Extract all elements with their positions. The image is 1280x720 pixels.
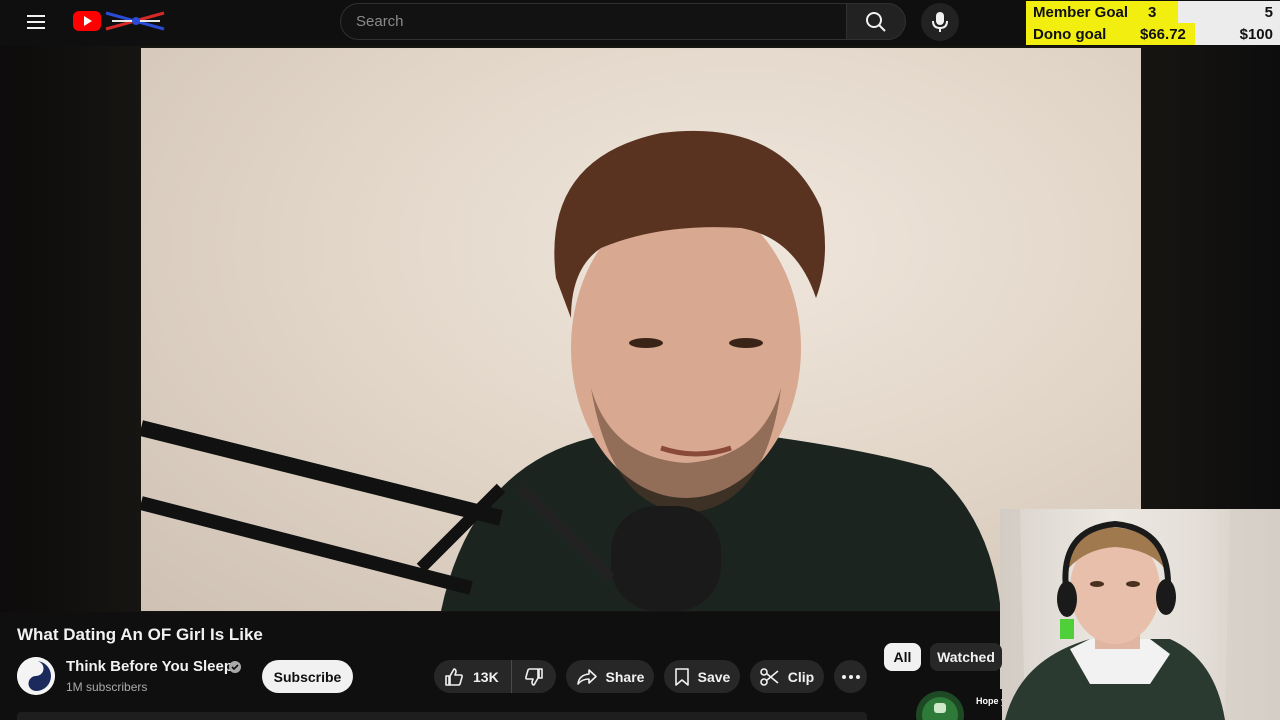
voice-search-button[interactable] [921, 3, 959, 41]
save-label: Save [697, 668, 731, 685]
dislike-button[interactable] [512, 660, 555, 693]
subscribe-button[interactable]: Subscribe [262, 660, 353, 693]
dono-goal-target: $100 [1239, 26, 1273, 43]
search-button[interactable] [846, 3, 906, 40]
recommended-thumbnail-text: Hope y [976, 696, 1002, 706]
search-box[interactable] [340, 3, 847, 40]
description-panel-edge [17, 712, 867, 720]
video-title: What Dating An OF Girl Is Like [17, 625, 263, 644]
verified-badge-icon [229, 661, 241, 673]
more-horizontal-icon [841, 674, 860, 679]
member-goal-bar: Member Goal 3 5 [1026, 1, 1280, 23]
clip-button[interactable]: Clip [750, 660, 824, 693]
thumbs-up-icon [445, 667, 463, 686]
like-dislike-group: 13K [434, 660, 556, 693]
subscriber-count: 1M subscribers [66, 680, 148, 694]
channel-avatar[interactable] [17, 657, 55, 695]
member-goal-target: 5 [1264, 4, 1273, 21]
scissors-icon [759, 667, 779, 686]
chip-watched[interactable]: Watched [930, 643, 1002, 671]
member-goal-label: Member Goal [1033, 4, 1129, 21]
like-count: 13K [473, 668, 499, 685]
dono-goal-bar: Dono goal $66.72 $100 [1026, 23, 1280, 45]
streamer-webcam [1000, 509, 1280, 720]
thumbs-down-icon [524, 667, 543, 686]
share-label: Share [605, 668, 645, 685]
like-button[interactable]: 13K [434, 660, 512, 693]
member-goal-current: 3 [1148, 4, 1157, 21]
microphone-icon [932, 12, 948, 32]
share-button[interactable]: Share [566, 660, 654, 693]
chip-all[interactable]: All [884, 643, 921, 671]
search-icon [866, 11, 886, 32]
stream-goals-overlay: Member Goal 3 5 Dono goal $66.72 $100 [1026, 0, 1280, 46]
video-frame-person [141, 130, 1001, 611]
hamburger-menu-icon[interactable] [22, 10, 50, 34]
save-button[interactable]: Save [664, 660, 740, 693]
youtube-logo-icon[interactable] [72, 8, 168, 34]
search-input[interactable] [341, 4, 847, 39]
recommended-video-thumbnail[interactable]: Hope y [884, 689, 1002, 720]
dono-goal-label: Dono goal [1033, 26, 1107, 43]
channel-name[interactable]: Think Before You Sleep [66, 658, 233, 675]
clip-label: Clip [787, 668, 815, 685]
more-actions-button[interactable] [834, 660, 867, 693]
bookmark-icon [674, 667, 689, 686]
dono-goal-current: $66.72 [1140, 26, 1186, 43]
video-player[interactable] [141, 48, 1141, 611]
share-icon [576, 668, 597, 685]
